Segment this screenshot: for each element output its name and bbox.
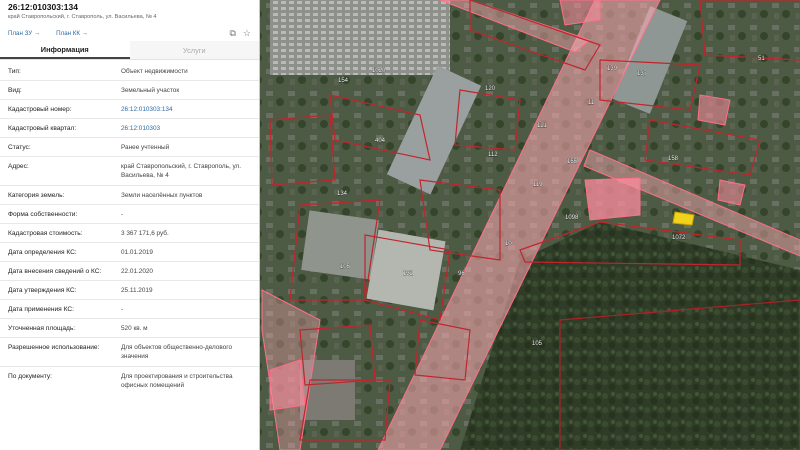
attribute-label: Адрес: (8, 163, 29, 170)
map-label: 112 (488, 152, 498, 158)
map-label: 121 (537, 123, 548, 129)
attribute-value: - (121, 306, 124, 313)
map-label: 96 (458, 271, 465, 277)
attribute-label: Уточненная площадь: (8, 325, 76, 332)
attribute-label: По документу: (8, 373, 52, 380)
property-attributes: Тип: Объект недвижимости Вид: Земельный … (0, 60, 259, 411)
map-label: 105 (532, 341, 543, 347)
info-panel: 26:12:010303:134 край Ставропольский, г.… (0, 0, 260, 450)
attribute-label: Вид: (8, 87, 22, 94)
attribute-row: Кадастровый номер: 26:12:010303:134 (0, 100, 259, 119)
attribute-label: Категория земель: (8, 192, 65, 199)
map-label: 10 (505, 241, 512, 247)
attribute-value: 520 кв. м (121, 325, 148, 332)
attribute-row: По документу: Для проектирования и строи… (0, 367, 259, 411)
map-label: 154 (338, 78, 349, 84)
attribute-value: край Ставропольский, г. Ставрополь, ул. … (121, 163, 242, 179)
cadastral-number-title: 26:12:010303:134 (8, 2, 78, 12)
tab-bar: Информация Услуги (0, 41, 259, 60)
panel-header: 26:12:010303:134 край Ставропольский, г.… (0, 0, 259, 26)
map-label: 1020 (372, 68, 386, 74)
map-label: 139 (607, 66, 618, 72)
attribute-row: Дата применения КС: - (0, 300, 259, 319)
cadastral-number-link[interactable]: 26:12:010303:134 (121, 105, 259, 115)
attribute-row: Вид: Земельный участок (0, 81, 259, 100)
attribute-label: Дата определения КС: (8, 249, 77, 256)
attribute-value: Для объектов общественно-делового значен… (121, 344, 233, 360)
map-label: 158 (668, 156, 679, 162)
attribute-value: 25.11.2019 (121, 287, 153, 294)
attribute-value: - (121, 211, 124, 218)
attribute-label: Разрешенное использование: (8, 344, 100, 351)
map-label: 105 (340, 264, 351, 270)
attribute-label: Статус: (8, 144, 31, 151)
attribute-value: 3 367 171,6 руб. (121, 230, 169, 237)
attribute-label: Кадастровый номер: (8, 106, 72, 113)
attribute-row: Кадастровый квартал: 26:12:010303 (0, 119, 259, 138)
star-icon[interactable]: ☆ (243, 28, 251, 38)
tab-services[interactable]: Услуги (129, 41, 259, 59)
map-label: 134 (337, 191, 348, 197)
attribute-row: Тип: Объект недвижимости (0, 62, 259, 81)
attribute-value: Объект недвижимости (121, 68, 188, 75)
map-label: 11 (588, 100, 595, 106)
attribute-row: Дата утверждения КС: 25.11.2019 (0, 281, 259, 300)
attribute-value: 22.01.2020 (121, 268, 153, 275)
map-label: 51 (758, 56, 765, 62)
attribute-label: Тип: (8, 68, 21, 75)
plan-links: План ЗУ → План КК → ⧉ ☆ (0, 26, 259, 41)
attribute-value: 01.01.2019 (121, 249, 153, 256)
map-label: 1072 (672, 235, 686, 241)
attribute-row: Разрешенное использование: Для объектов … (0, 338, 259, 367)
attribute-row: Дата внесения сведений о КС: 22.01.2020 (0, 262, 259, 281)
plan-kk-link[interactable]: План КК → (56, 30, 88, 37)
map-label: 155 (567, 159, 578, 165)
panel-tools: ⧉ ☆ (229, 28, 251, 38)
attribute-value: Земли населённых пунктов (121, 192, 203, 199)
map-label: 1098 (565, 215, 579, 221)
copy-icon[interactable]: ⧉ (229, 28, 235, 38)
attribute-label: Кадастровый квартал: (8, 125, 77, 132)
attribute-row: Кадастровая стоимость: 3 367 171,6 руб. (0, 224, 259, 243)
attribute-label: Дата утверждения КС: (8, 287, 77, 294)
map-label: 120 (485, 86, 496, 92)
attribute-value: Ранее учтенный (121, 144, 170, 151)
cadastral-quarter-link[interactable]: 26:12:010303 (121, 124, 259, 134)
attribute-label: Кадастровая стоимость: (8, 230, 83, 237)
attribute-value: Для проектирования и строительства офисн… (121, 373, 233, 389)
tab-information[interactable]: Информация (0, 41, 130, 59)
map-label: 404 (375, 138, 386, 144)
attribute-label: Дата внесения сведений о КС: (8, 268, 102, 275)
address-subtitle: край Ставропольский, г. Ставрополь, ул. … (8, 14, 157, 20)
attribute-row: Статус: Ранее учтенный (0, 138, 259, 157)
plan-zu-link[interactable]: План ЗУ → (8, 30, 40, 37)
map-label: 132 (403, 271, 414, 277)
attribute-label: Форма собственности: (8, 211, 78, 218)
attribute-row: Дата определения КС: 01.01.2019 (0, 243, 259, 262)
attribute-value: Земельный участок (121, 87, 180, 94)
attribute-row: Категория земель: Земли населённых пункт… (0, 186, 259, 205)
attribute-row: Адрес: край Ставропольский, г. Ставропол… (0, 157, 259, 186)
map-label: 119 (533, 182, 543, 188)
attribute-row: Форма собственности: - (0, 205, 259, 224)
map-label: 137 (637, 71, 648, 77)
attribute-row: Уточненная площадь: 520 кв. м (0, 319, 259, 338)
attribute-label: Дата применения КС: (8, 306, 74, 313)
